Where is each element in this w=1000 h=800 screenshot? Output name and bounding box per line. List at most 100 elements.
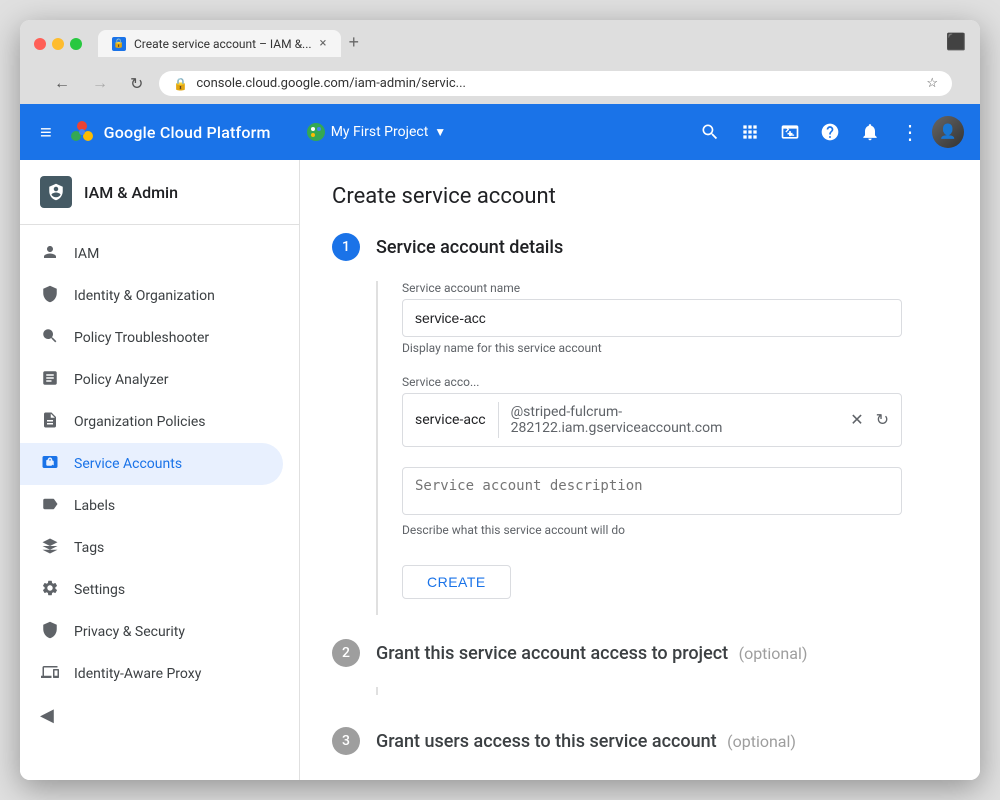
sidebar-item-labels[interactable]: Labels [20,485,299,527]
privacy-icon [40,621,60,643]
step-3-title: Grant users access to this service accou… [376,731,796,752]
refresh-id-button[interactable]: ↻ [872,406,893,434]
sidebar-privacy-label: Privacy & Security [74,624,185,640]
back-button[interactable]: ← [48,73,76,95]
sidebar-item-service-accounts[interactable]: Service Accounts [20,443,283,485]
sidebar-iam-label: IAM [74,246,99,262]
clear-id-button[interactable]: ✕ [846,406,867,434]
policy-troubleshooter-icon [40,327,60,349]
help-nav-button[interactable] [812,114,848,150]
step-3-header: 3 Grant users access to this service acc… [332,727,948,755]
sidebar-item-policy-analyzer[interactable]: Policy Analyzer [20,359,299,401]
org-policies-icon [40,411,60,433]
service-account-name-input[interactable] [402,299,902,337]
service-account-description-field: Describe what this service account will … [402,467,948,537]
sidebar-item-iap[interactable]: Identity-Aware Proxy [20,653,299,695]
bookmark-icon[interactable]: ☆ [926,76,938,91]
top-nav: ≡ Google Cloud Platform [20,104,980,160]
tab-favicon: 🔒 [112,37,126,51]
sidebar-nav: IAM Identity & Organization [20,225,299,744]
browser-extensions: ⬛ [946,32,966,51]
sidebar: IAM & Admin IAM [20,160,300,780]
more-nav-button[interactable]: ⋮ [892,114,928,150]
nav-icons: ⋮ 👤 [692,114,964,150]
sidebar-item-identity[interactable]: Identity & Organization [20,275,299,317]
sidebar-collapse-button[interactable]: ◀ [20,695,299,736]
step-1-body: Service account name Display name for th… [376,281,948,615]
browser-titlebar: 🔒 Create service account – IAM &... × + … [20,20,980,104]
app-content: ≡ Google Cloud Platform [20,104,980,780]
active-tab[interactable]: 🔒 Create service account – IAM &... × [98,30,341,57]
brand-name: Google Cloud Platform [104,123,271,142]
terminal-nav-button[interactable] [772,114,808,150]
tab-close-button[interactable]: × [320,36,327,51]
service-account-id-suffix: @striped-fulcrum-282122.iam.gserviceacco… [499,394,839,446]
sidebar-tags-label: Tags [74,540,104,556]
sidebar-policy-troubleshooter-label: Policy Troubleshooter [74,330,209,346]
service-account-id-actions: ✕ ↻ [838,406,901,434]
sidebar-item-tags[interactable]: Tags [20,527,299,569]
main-layout: IAM & Admin IAM [20,160,980,780]
step-1-section: 1 Service account details Service accoun… [332,233,948,615]
sidebar-header: IAM & Admin [20,160,299,225]
forward-button[interactable]: → [86,73,114,95]
sidebar-item-policy-troubleshooter[interactable]: Policy Troubleshooter [20,317,299,359]
sidebar-header-label: IAM & Admin [84,183,178,202]
sidebar-policy-analyzer-label: Policy Analyzer [74,372,168,388]
notifications-nav-button[interactable] [852,114,888,150]
browser-addressbar: ← → ↻ 🔒 console.cloud.google.com/iam-adm… [34,65,966,104]
address-bar[interactable]: 🔒 console.cloud.google.com/iam-admin/ser… [159,71,952,96]
project-dots-icon [310,126,322,138]
page-title: Create service account [332,184,948,209]
search-icon [700,122,720,142]
policy-analyzer-icon [40,369,60,391]
hamburger-menu[interactable]: ≡ [36,116,56,149]
service-accounts-icon [40,453,60,475]
search-nav-button[interactable] [692,114,728,150]
minimize-traffic-light[interactable] [52,38,64,50]
sidebar-item-privacy[interactable]: Privacy & Security [20,611,299,653]
service-account-id-label: Service acco... [402,375,948,389]
refresh-button[interactable]: ↻ [124,72,149,96]
project-dropdown-icon: ▼ [434,125,446,139]
service-account-id-field: Service acco... service-acc @striped-ful… [402,375,948,447]
step-3-number: 3 [332,727,360,755]
step-2-body [376,687,948,703]
project-name: My First Project [331,124,429,140]
sidebar-iap-label: Identity-Aware Proxy [74,666,201,682]
sidebar-item-org-policies[interactable]: Organization Policies [20,401,299,443]
service-account-description-input[interactable] [402,467,902,515]
tab-label: Create service account – IAM &... [134,37,312,51]
iam-admin-icon [40,176,72,208]
apps-nav-button[interactable] [732,114,768,150]
sidebar-settings-label: Settings [74,582,125,598]
step-3-optional: (optional) [727,732,796,751]
iap-icon [40,663,60,685]
project-selector[interactable]: My First Project ▼ [299,119,454,145]
step-3-section: 3 Grant users access to this service acc… [332,727,948,755]
settings-icon [40,579,60,601]
sidebar-item-settings[interactable]: Settings [20,569,299,611]
service-account-id-row: service-acc @striped-fulcrum-282122.iam.… [402,393,902,447]
service-account-name-field: Service account name Display name for th… [402,281,948,355]
create-button[interactable]: CREATE [402,565,511,599]
help-icon [820,122,840,142]
sidebar-org-policies-label: Organization Policies [74,414,206,430]
step-1-title: Service account details [376,237,563,258]
sidebar-identity-label: Identity & Organization [74,288,215,304]
browser-controls: 🔒 Create service account – IAM &... × + … [34,30,966,57]
step-2-optional: (optional) [739,644,808,663]
step-1-header: 1 Service account details [332,233,948,261]
lock-icon: 🔒 [173,77,188,91]
new-tab-button[interactable]: + [343,32,366,53]
sidebar-item-iam[interactable]: IAM [20,233,299,275]
step-2-header: 2 Grant this service account access to p… [332,639,948,667]
step-2-title: Grant this service account access to pro… [376,643,807,664]
close-traffic-light[interactable] [34,38,46,50]
brand-logo: Google Cloud Platform [68,118,271,146]
service-account-name-label: Service account name [402,281,948,295]
user-avatar[interactable]: 👤 [932,116,964,148]
identity-icon [40,285,60,307]
sidebar-service-accounts-label: Service Accounts [74,456,182,472]
maximize-traffic-light[interactable] [70,38,82,50]
